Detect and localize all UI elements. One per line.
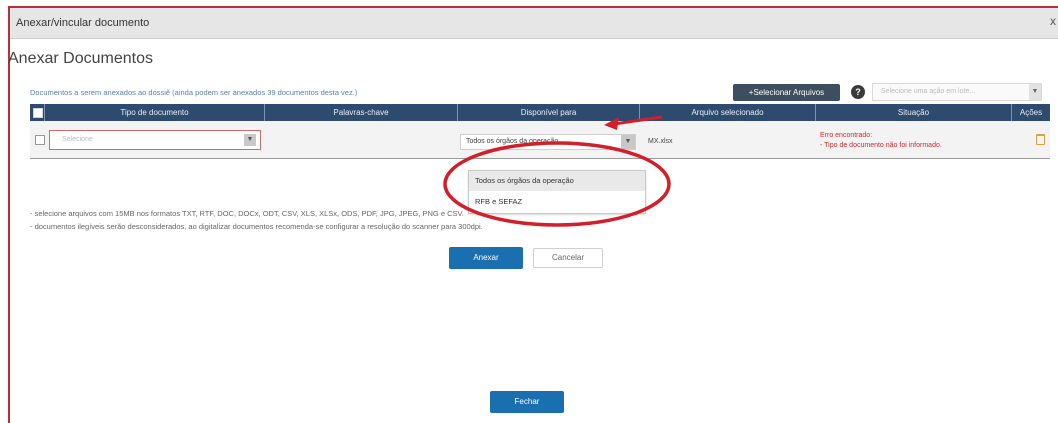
chevron-down-icon: ▼ xyxy=(244,134,256,146)
column-header-arquivo: Arquivo selecionado xyxy=(640,104,816,121)
column-header-acoes: Ações xyxy=(1019,108,1043,117)
document-type-select[interactable]: Selecione ▼ xyxy=(49,130,261,150)
info-scanner-resolution: - documentos ilegíveis serão desconsider… xyxy=(30,222,483,231)
batch-action-select[interactable]: Selecione uma ação em lote... ▼ xyxy=(872,83,1042,101)
status-error: Erro encontrado: - Tipo de documento não… xyxy=(820,131,942,151)
selected-file-name: MX.xlsx xyxy=(648,138,673,145)
column-header-tipo: Tipo de documento xyxy=(45,104,265,121)
close-button[interactable]: Fechar xyxy=(490,391,564,413)
documents-table-header: Tipo de documento Palavras-chave Disponí… xyxy=(30,104,1050,121)
cancel-button[interactable]: Cancelar xyxy=(533,248,603,268)
dialog-titlebar: Anexar/vincular documento x xyxy=(10,8,1058,39)
help-icon[interactable]: ? xyxy=(851,85,865,99)
trash-icon[interactable] xyxy=(1036,134,1045,145)
close-icon[interactable]: x xyxy=(1050,14,1056,28)
available-for-dropdown: Todos os órgãos da operação RFB e SEFAZ xyxy=(468,170,646,214)
dropdown-option-rfb-sefaz[interactable]: RFB e SEFAZ xyxy=(469,192,645,212)
available-for-select[interactable]: Todos os órgãos da operação ▼ xyxy=(460,134,636,150)
select-all-checkbox[interactable] xyxy=(33,108,43,118)
documents-subtitle: Documentos a serem anexados ao dossiê (a… xyxy=(30,88,358,97)
attach-button[interactable]: Anexar xyxy=(449,247,523,269)
select-files-button[interactable]: +Selecionar Arquivos xyxy=(733,84,840,101)
info-file-formats: - selecione arquivos com 15MB nos format… xyxy=(30,209,464,218)
document-type-placeholder: Selecione xyxy=(62,136,93,143)
column-header-disponivel: Disponível para xyxy=(458,104,640,121)
row-checkbox[interactable] xyxy=(35,135,45,145)
dropdown-option-todos[interactable]: Todos os órgãos da operação xyxy=(469,171,645,191)
status-error-detail: - Tipo de documento não foi informado. xyxy=(820,142,942,149)
available-for-value: Todos os órgãos da operação xyxy=(466,138,559,145)
dialog-title: Anexar/vincular documento xyxy=(16,17,150,29)
column-header-situacao: Situação xyxy=(816,104,1012,121)
batch-action-placeholder: Selecione uma ação em lote... xyxy=(881,88,976,95)
chevron-down-icon: ▼ xyxy=(1029,84,1041,100)
status-error-title: Erro encontrado: xyxy=(820,132,873,139)
page-title: Anexar Documentos xyxy=(8,50,153,67)
table-row: Selecione ▼ Todos os órgãos da operação … xyxy=(30,121,1050,159)
column-header-palavras: Palavras-chave xyxy=(265,104,458,121)
chevron-down-icon: ▼ xyxy=(621,135,635,149)
select-all-cell xyxy=(30,104,45,121)
